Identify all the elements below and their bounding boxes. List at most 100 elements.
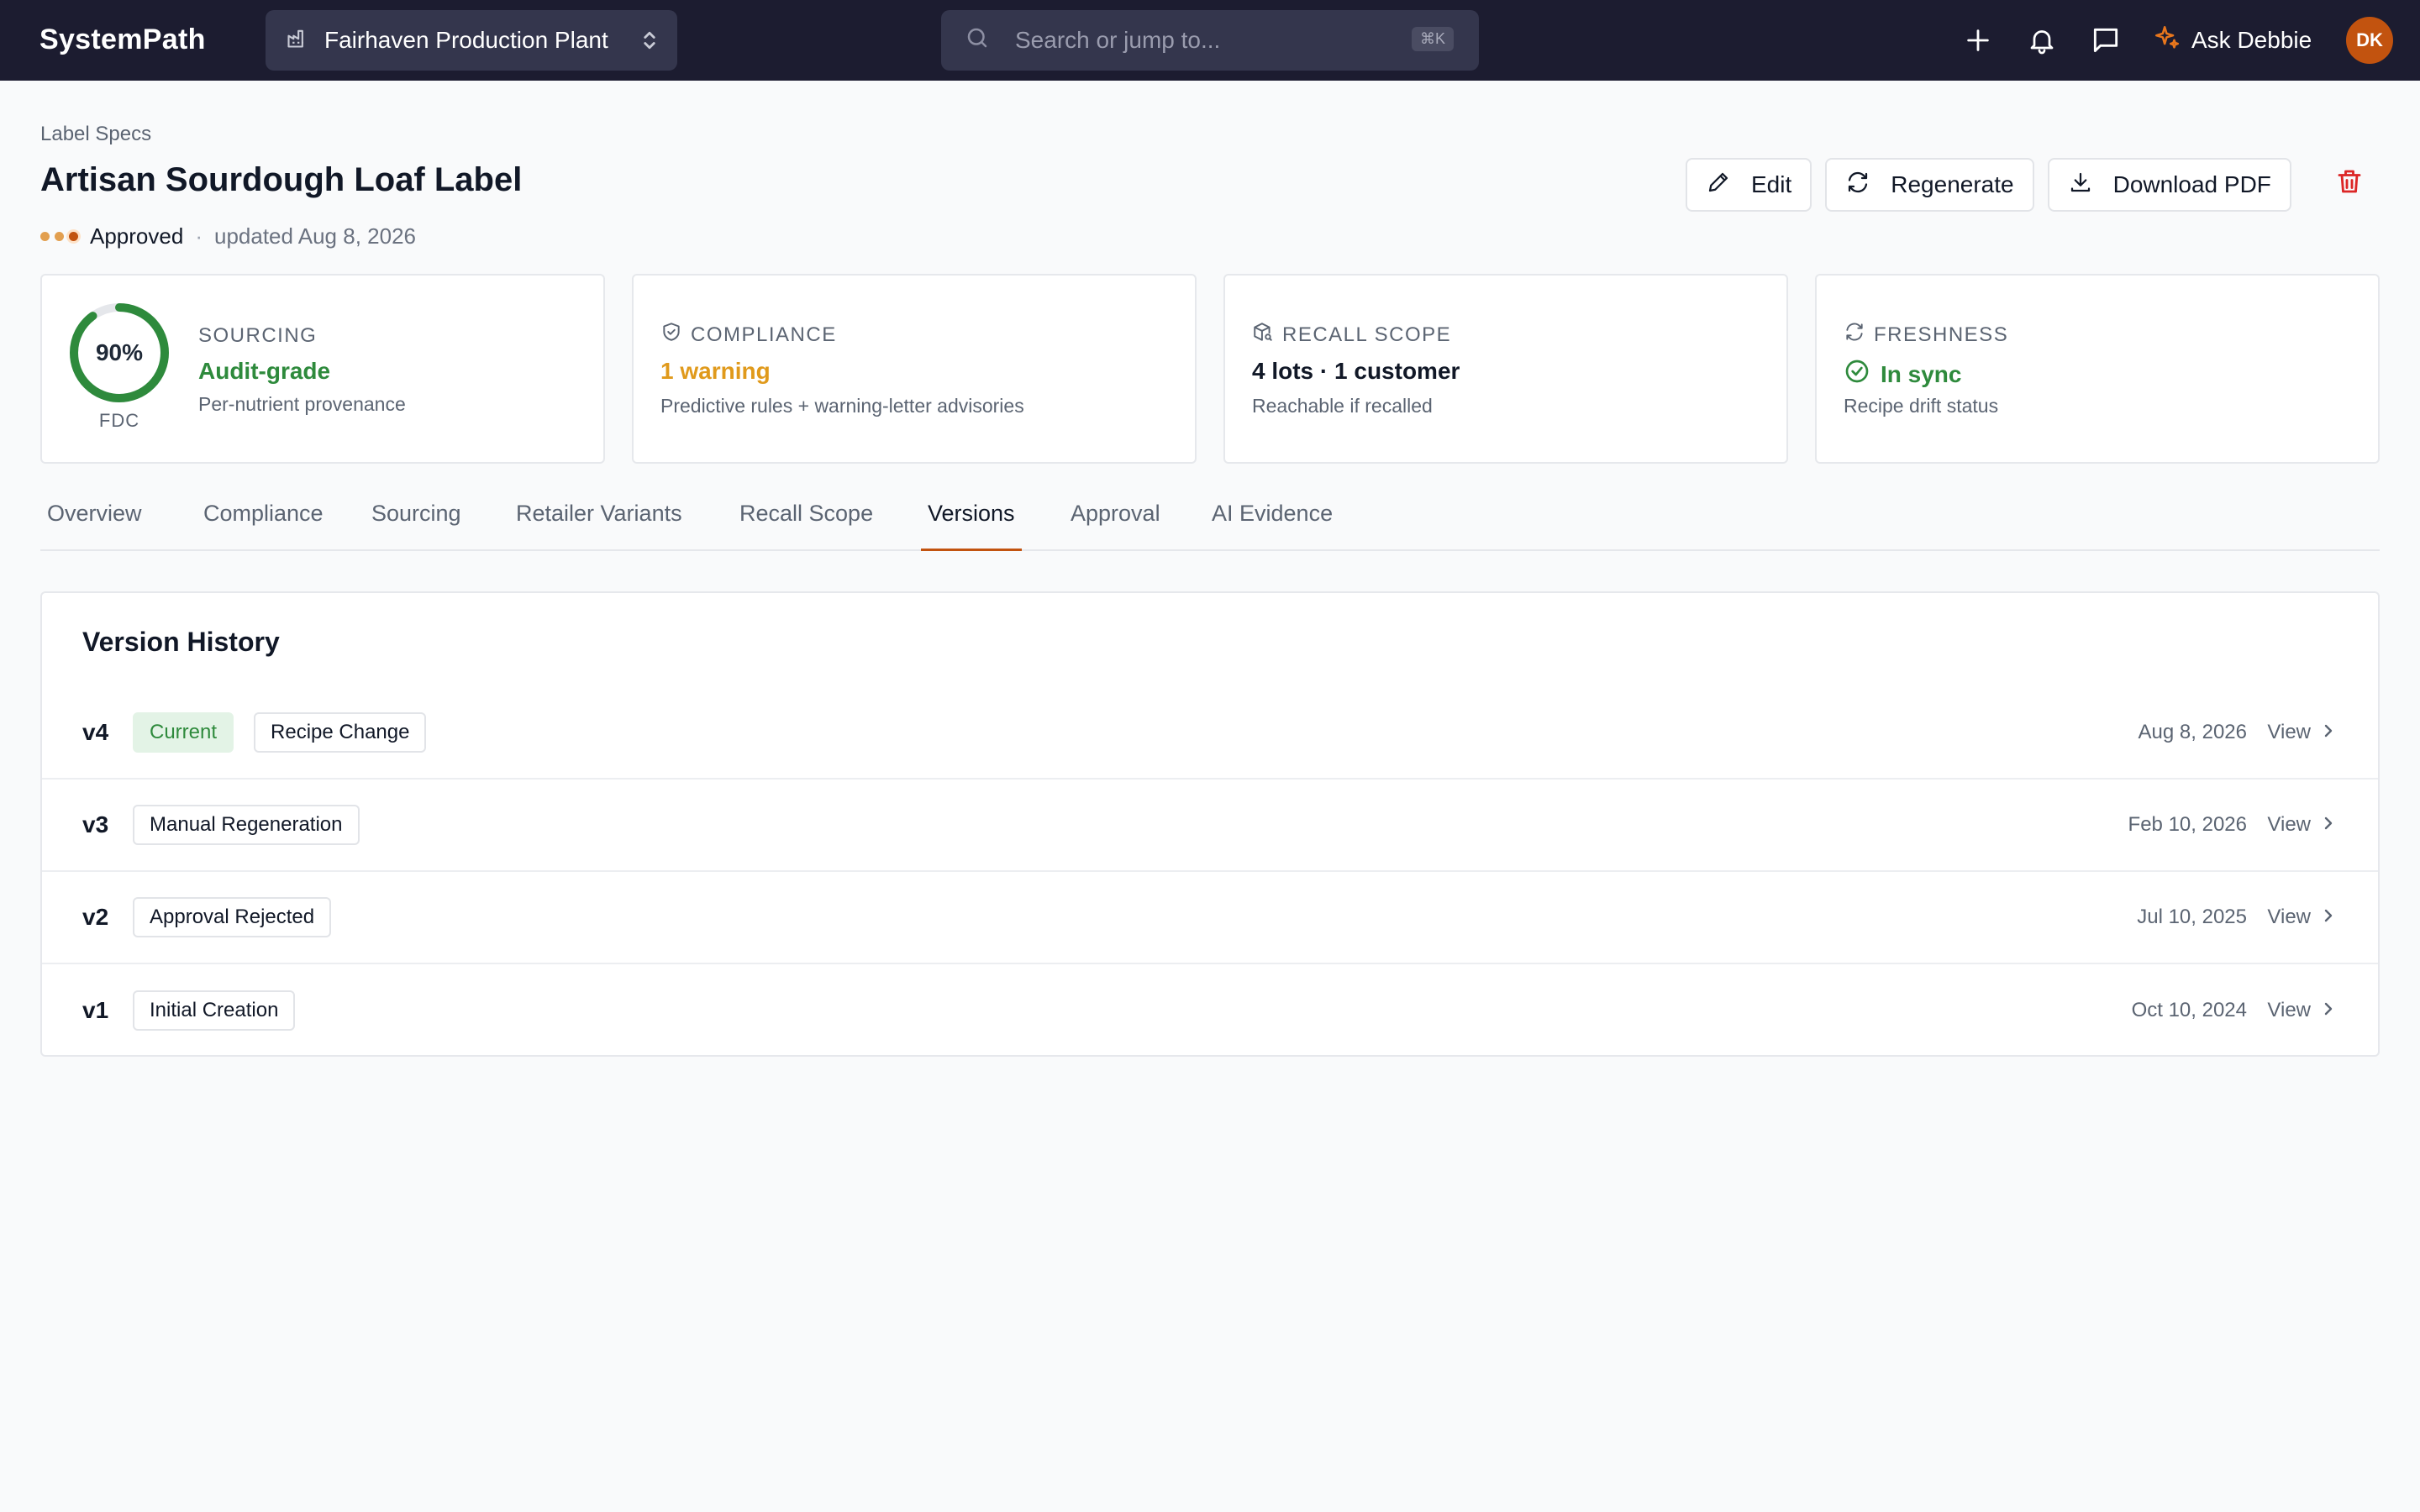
search-input[interactable]: Search or jump to... ⌘K: [941, 10, 1479, 71]
recall-header: RECALL SCOPE: [1252, 321, 1451, 349]
regenerate-button[interactable]: Regenerate: [1825, 158, 2034, 212]
recall-label: RECALL SCOPE: [1282, 323, 1452, 346]
status-dot: [55, 232, 64, 241]
version-row[interactable]: v3 Manual Regeneration Feb 10, 2026 View: [42, 780, 2378, 872]
version-tags: Manual Regeneration: [133, 805, 360, 845]
version-date: Oct 10, 2024: [2131, 999, 2247, 1021]
top-bar: SystemPath Fairhaven Production Plant Se…: [0, 0, 2420, 81]
tab-retailer-variants[interactable]: Retailer Variants: [509, 501, 689, 551]
version-reason-badge: Initial Creation: [133, 990, 296, 1031]
version-history-title: Version History: [82, 627, 280, 657]
version-row[interactable]: v2 Approval Rejected Jul 10, 2025 View: [42, 872, 2378, 964]
sourcing-sub: Per-nutrient provenance: [198, 393, 406, 415]
refresh-icon: [1844, 321, 1865, 349]
freshness-header: FRESHNESS: [1844, 321, 2008, 349]
version-number: v2: [82, 904, 109, 930]
search-icon: [965, 25, 990, 56]
view-link[interactable]: View: [2267, 813, 2334, 837]
brand-logo[interactable]: SystemPath: [39, 24, 206, 56]
plant-name: Fairhaven Production Plant: [324, 27, 608, 53]
download-label: Download PDF: [2112, 171, 2271, 197]
view-label: View: [2267, 999, 2311, 1021]
view-label: View: [2267, 906, 2311, 928]
sourcing-card[interactable]: 90% FDC SOURCING Audit-grade Per-nutrien…: [40, 274, 605, 464]
version-reason-badge: Manual Regeneration: [133, 805, 360, 845]
version-row[interactable]: v4 Current Recipe Change Aug 8, 2026 Vie…: [42, 687, 2378, 780]
tab-approval[interactable]: Approval: [1064, 501, 1167, 551]
compliance-header: COMPLIANCE: [660, 321, 837, 349]
compliance-value: 1 warning: [660, 358, 771, 384]
sourcing-ring-label: FDC: [98, 410, 140, 431]
user-avatar[interactable]: DK: [2346, 17, 2393, 64]
version-number: v3: [82, 811, 109, 837]
version-tags: Initial Creation: [133, 990, 296, 1031]
delete-icon[interactable]: [2334, 166, 2365, 201]
view-label: View: [2267, 721, 2311, 743]
version-row[interactable]: v1 Initial Creation Oct 10, 2024 View: [42, 964, 2378, 1057]
chevron-right-icon: [2323, 813, 2334, 837]
view-label: View: [2267, 813, 2311, 836]
view-link[interactable]: View: [2267, 906, 2334, 929]
sparkle-icon: [2153, 24, 2181, 58]
updated-timestamp: updated Aug 8, 2026: [213, 223, 416, 249]
view-link[interactable]: View: [2267, 721, 2334, 744]
current-badge: Current: [133, 712, 234, 753]
version-date: Feb 10, 2026: [2128, 813, 2247, 836]
freshness-label: FRESHNESS: [1874, 323, 2009, 346]
pencil-icon: [1706, 170, 1731, 201]
ask-debbie-button[interactable]: Ask Debbie: [2153, 22, 2312, 59]
status-line: Approved · updated Aug 8, 2026: [40, 223, 416, 249]
chevron-right-icon: [2323, 999, 2334, 1022]
sourcing-label: SOURCING: [198, 324, 318, 347]
tab-bar: Overview Compliance Sourcing Retailer Va…: [40, 489, 2380, 551]
version-number: v1: [82, 997, 109, 1023]
search-shortcut: ⌘K: [1411, 27, 1454, 51]
plant-switcher[interactable]: Fairhaven Production Plant: [266, 10, 677, 71]
tab-compliance[interactable]: Compliance: [197, 501, 330, 551]
freshness-value: In sync: [1881, 360, 1962, 387]
status-progress-dots: [40, 232, 78, 241]
recall-sub: Reachable if recalled: [1252, 395, 1433, 417]
chevron-updown-icon: [640, 29, 659, 58]
version-date: Jul 10, 2025: [2137, 906, 2247, 928]
freshness-sub: Recipe drift status: [1844, 395, 1999, 417]
chat-icon[interactable]: [2087, 22, 2124, 59]
factory-icon: [286, 26, 309, 55]
version-date: Aug 8, 2026: [2138, 721, 2247, 743]
breadcrumb[interactable]: Label Specs: [40, 123, 151, 146]
version-number: v4: [82, 719, 109, 745]
add-icon[interactable]: [1960, 22, 1996, 59]
version-reason-badge: Recipe Change: [254, 712, 427, 753]
compliance-card[interactable]: COMPLIANCE 1 warning Predictive rules + …: [632, 274, 1197, 464]
tab-sourcing[interactable]: Sourcing: [365, 501, 468, 551]
search-placeholder: Search or jump to...: [1015, 27, 1221, 53]
chevron-right-icon: [2323, 906, 2334, 929]
download-pdf-button[interactable]: Download PDF: [2047, 158, 2291, 212]
sourcing-value: Audit-grade: [198, 358, 331, 384]
version-history-panel: Version History v4 Current Recipe Change…: [40, 591, 2380, 1057]
recall-scope-card[interactable]: RECALL SCOPE 4 lots · 1 customer Reachab…: [1223, 274, 1788, 464]
tab-overview[interactable]: Overview: [40, 501, 149, 551]
ask-debbie-label: Ask Debbie: [2191, 27, 2312, 53]
status-separator: ·: [195, 223, 203, 249]
edit-label: Edit: [1751, 171, 1792, 197]
status-dot-current: [69, 232, 78, 241]
version-tags: Approval Rejected: [133, 897, 332, 937]
recall-value: 4 lots · 1 customer: [1252, 358, 1460, 384]
bell-icon[interactable]: [2023, 22, 2060, 59]
check-circle-icon: [1844, 358, 1870, 391]
page-title: Artisan Sourdough Loaf Label: [40, 161, 523, 198]
view-link[interactable]: View: [2267, 999, 2334, 1022]
compliance-label: COMPLIANCE: [691, 323, 837, 346]
sourcing-percent: 90%: [95, 339, 144, 365]
compliance-sub: Predictive rules + warning-letter adviso…: [660, 395, 1024, 417]
edit-button[interactable]: Edit: [1686, 158, 1812, 212]
regenerate-label: Regenerate: [1891, 171, 2014, 197]
version-tags: Current Recipe Change: [133, 712, 427, 753]
tab-ai-evidence[interactable]: AI Evidence: [1205, 501, 1339, 551]
status-dot: [40, 232, 50, 241]
tab-versions[interactable]: Versions: [921, 501, 1022, 551]
package-search-icon: [1252, 321, 1274, 349]
freshness-card[interactable]: FRESHNESS In sync Recipe drift status: [1815, 274, 2380, 464]
tab-recall-scope[interactable]: Recall Scope: [733, 501, 880, 551]
